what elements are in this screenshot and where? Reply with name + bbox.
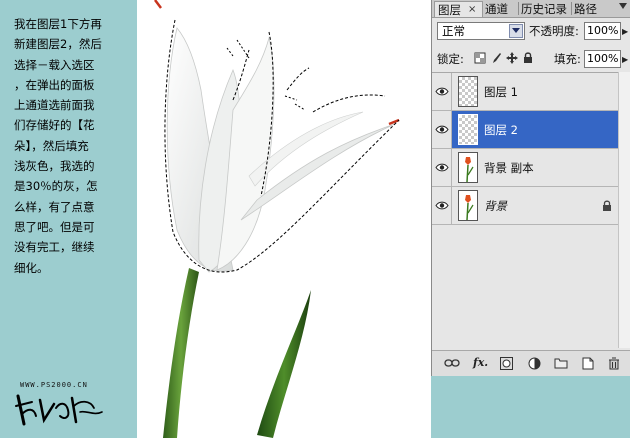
document-canvas[interactable] bbox=[137, 0, 431, 438]
background-strip bbox=[431, 376, 630, 438]
opacity-label: 不透明度: bbox=[529, 24, 579, 38]
lock-position-move-icon[interactable] bbox=[506, 52, 518, 64]
eye-icon[interactable] bbox=[435, 201, 449, 210]
fill-label: 填充: bbox=[554, 52, 581, 66]
delete-layer-trash-icon[interactable] bbox=[608, 357, 620, 370]
layer-name: 图层 2 bbox=[484, 123, 518, 137]
layer-row-background[interactable]: 背景 bbox=[432, 187, 618, 225]
opacity-input[interactable]: 100% bbox=[584, 22, 621, 40]
tab-layers[interactable]: 图层 × bbox=[434, 1, 483, 17]
opacity-slider-arrow-icon[interactable]: ▶ bbox=[622, 27, 628, 36]
lock-transparency-icon[interactable] bbox=[474, 52, 486, 64]
layer-name: 背景 副本 bbox=[484, 161, 534, 175]
layer-lock-icon bbox=[603, 200, 611, 211]
layer-thumbnail bbox=[458, 152, 478, 183]
layer-thumbnail bbox=[458, 114, 478, 145]
new-layer-icon[interactable] bbox=[582, 357, 594, 370]
fill-slider-arrow-icon[interactable]: ▶ bbox=[622, 55, 628, 64]
lock-image-brush-icon[interactable] bbox=[490, 52, 502, 64]
panel-tab-bar: 图层 × 通道 历史记录 路径 bbox=[432, 0, 630, 18]
signature-logo bbox=[15, 394, 103, 426]
eye-icon[interactable] bbox=[435, 163, 449, 172]
tab-channels[interactable]: 通道 bbox=[485, 1, 508, 17]
add-mask-icon[interactable] bbox=[500, 357, 513, 370]
new-group-folder-icon[interactable] bbox=[554, 357, 568, 369]
chevron-down-icon[interactable] bbox=[509, 24, 523, 38]
layer-row-layer2[interactable]: 图层 2 bbox=[432, 111, 618, 149]
panel-menu-icon[interactable] bbox=[614, 0, 630, 17]
tab-history[interactable]: 历史记录 bbox=[521, 1, 567, 17]
eye-icon[interactable] bbox=[435, 125, 449, 134]
visibility-toggle[interactable] bbox=[432, 149, 452, 186]
layer-thumbnail bbox=[458, 76, 478, 107]
tab-separator bbox=[571, 2, 572, 15]
tab-paths[interactable]: 路径 bbox=[574, 1, 597, 17]
instruction-text: 我在图层1下方再 新建图层2，然后 选择－载入选区 ，在弹出的面板 上通道选前面… bbox=[14, 17, 102, 275]
visibility-toggle[interactable] bbox=[432, 187, 452, 224]
lock-all-icon[interactable] bbox=[522, 52, 534, 64]
blend-mode-value: 正常 bbox=[442, 24, 465, 38]
instruction-panel: 我在图层1下方再 新建图层2，然后 选择－载入选区 ，在弹出的面板 上通道选前面… bbox=[0, 0, 137, 438]
layers-scrollbar[interactable] bbox=[618, 72, 630, 348]
site-url: WWW.PS2000.CN bbox=[20, 381, 88, 389]
link-layers-icon[interactable] bbox=[444, 357, 460, 369]
layer-thumbnail bbox=[458, 190, 478, 221]
layers-bottom-toolbar: fx. bbox=[432, 350, 630, 376]
tab-close-icon[interactable]: × bbox=[468, 2, 476, 18]
layer-style-fx-icon[interactable]: fx. bbox=[473, 356, 488, 369]
layer-row-background-copy[interactable]: 背景 副本 bbox=[432, 149, 618, 187]
blend-mode-select[interactable]: 正常 bbox=[437, 22, 525, 40]
tab-layers-label: 图层 bbox=[438, 3, 461, 17]
layers-panel: 图层 × 通道 历史记录 路径 正常 不透明度: 100% ▶ 锁定: 填充: … bbox=[431, 0, 630, 376]
layers-list: 图层 1 图层 2 背景 副本 背景 bbox=[432, 72, 618, 349]
visibility-toggle[interactable] bbox=[432, 111, 452, 148]
tab-separator bbox=[518, 2, 519, 15]
eye-icon[interactable] bbox=[435, 87, 449, 96]
screenshot: 我在图层1下方再 新建图层2，然后 选择－载入选区 ，在弹出的面板 上通道选前面… bbox=[0, 0, 630, 438]
tulip-image bbox=[154, 0, 400, 438]
fill-input[interactable]: 100% bbox=[584, 50, 621, 68]
lock-label: 锁定: bbox=[437, 52, 464, 66]
visibility-toggle[interactable] bbox=[432, 73, 452, 110]
layer-name: 背景 bbox=[484, 199, 507, 213]
layer-name: 图层 1 bbox=[484, 85, 518, 99]
layer-row-layer1[interactable]: 图层 1 bbox=[432, 73, 618, 111]
adjustment-layer-icon[interactable] bbox=[528, 357, 541, 370]
